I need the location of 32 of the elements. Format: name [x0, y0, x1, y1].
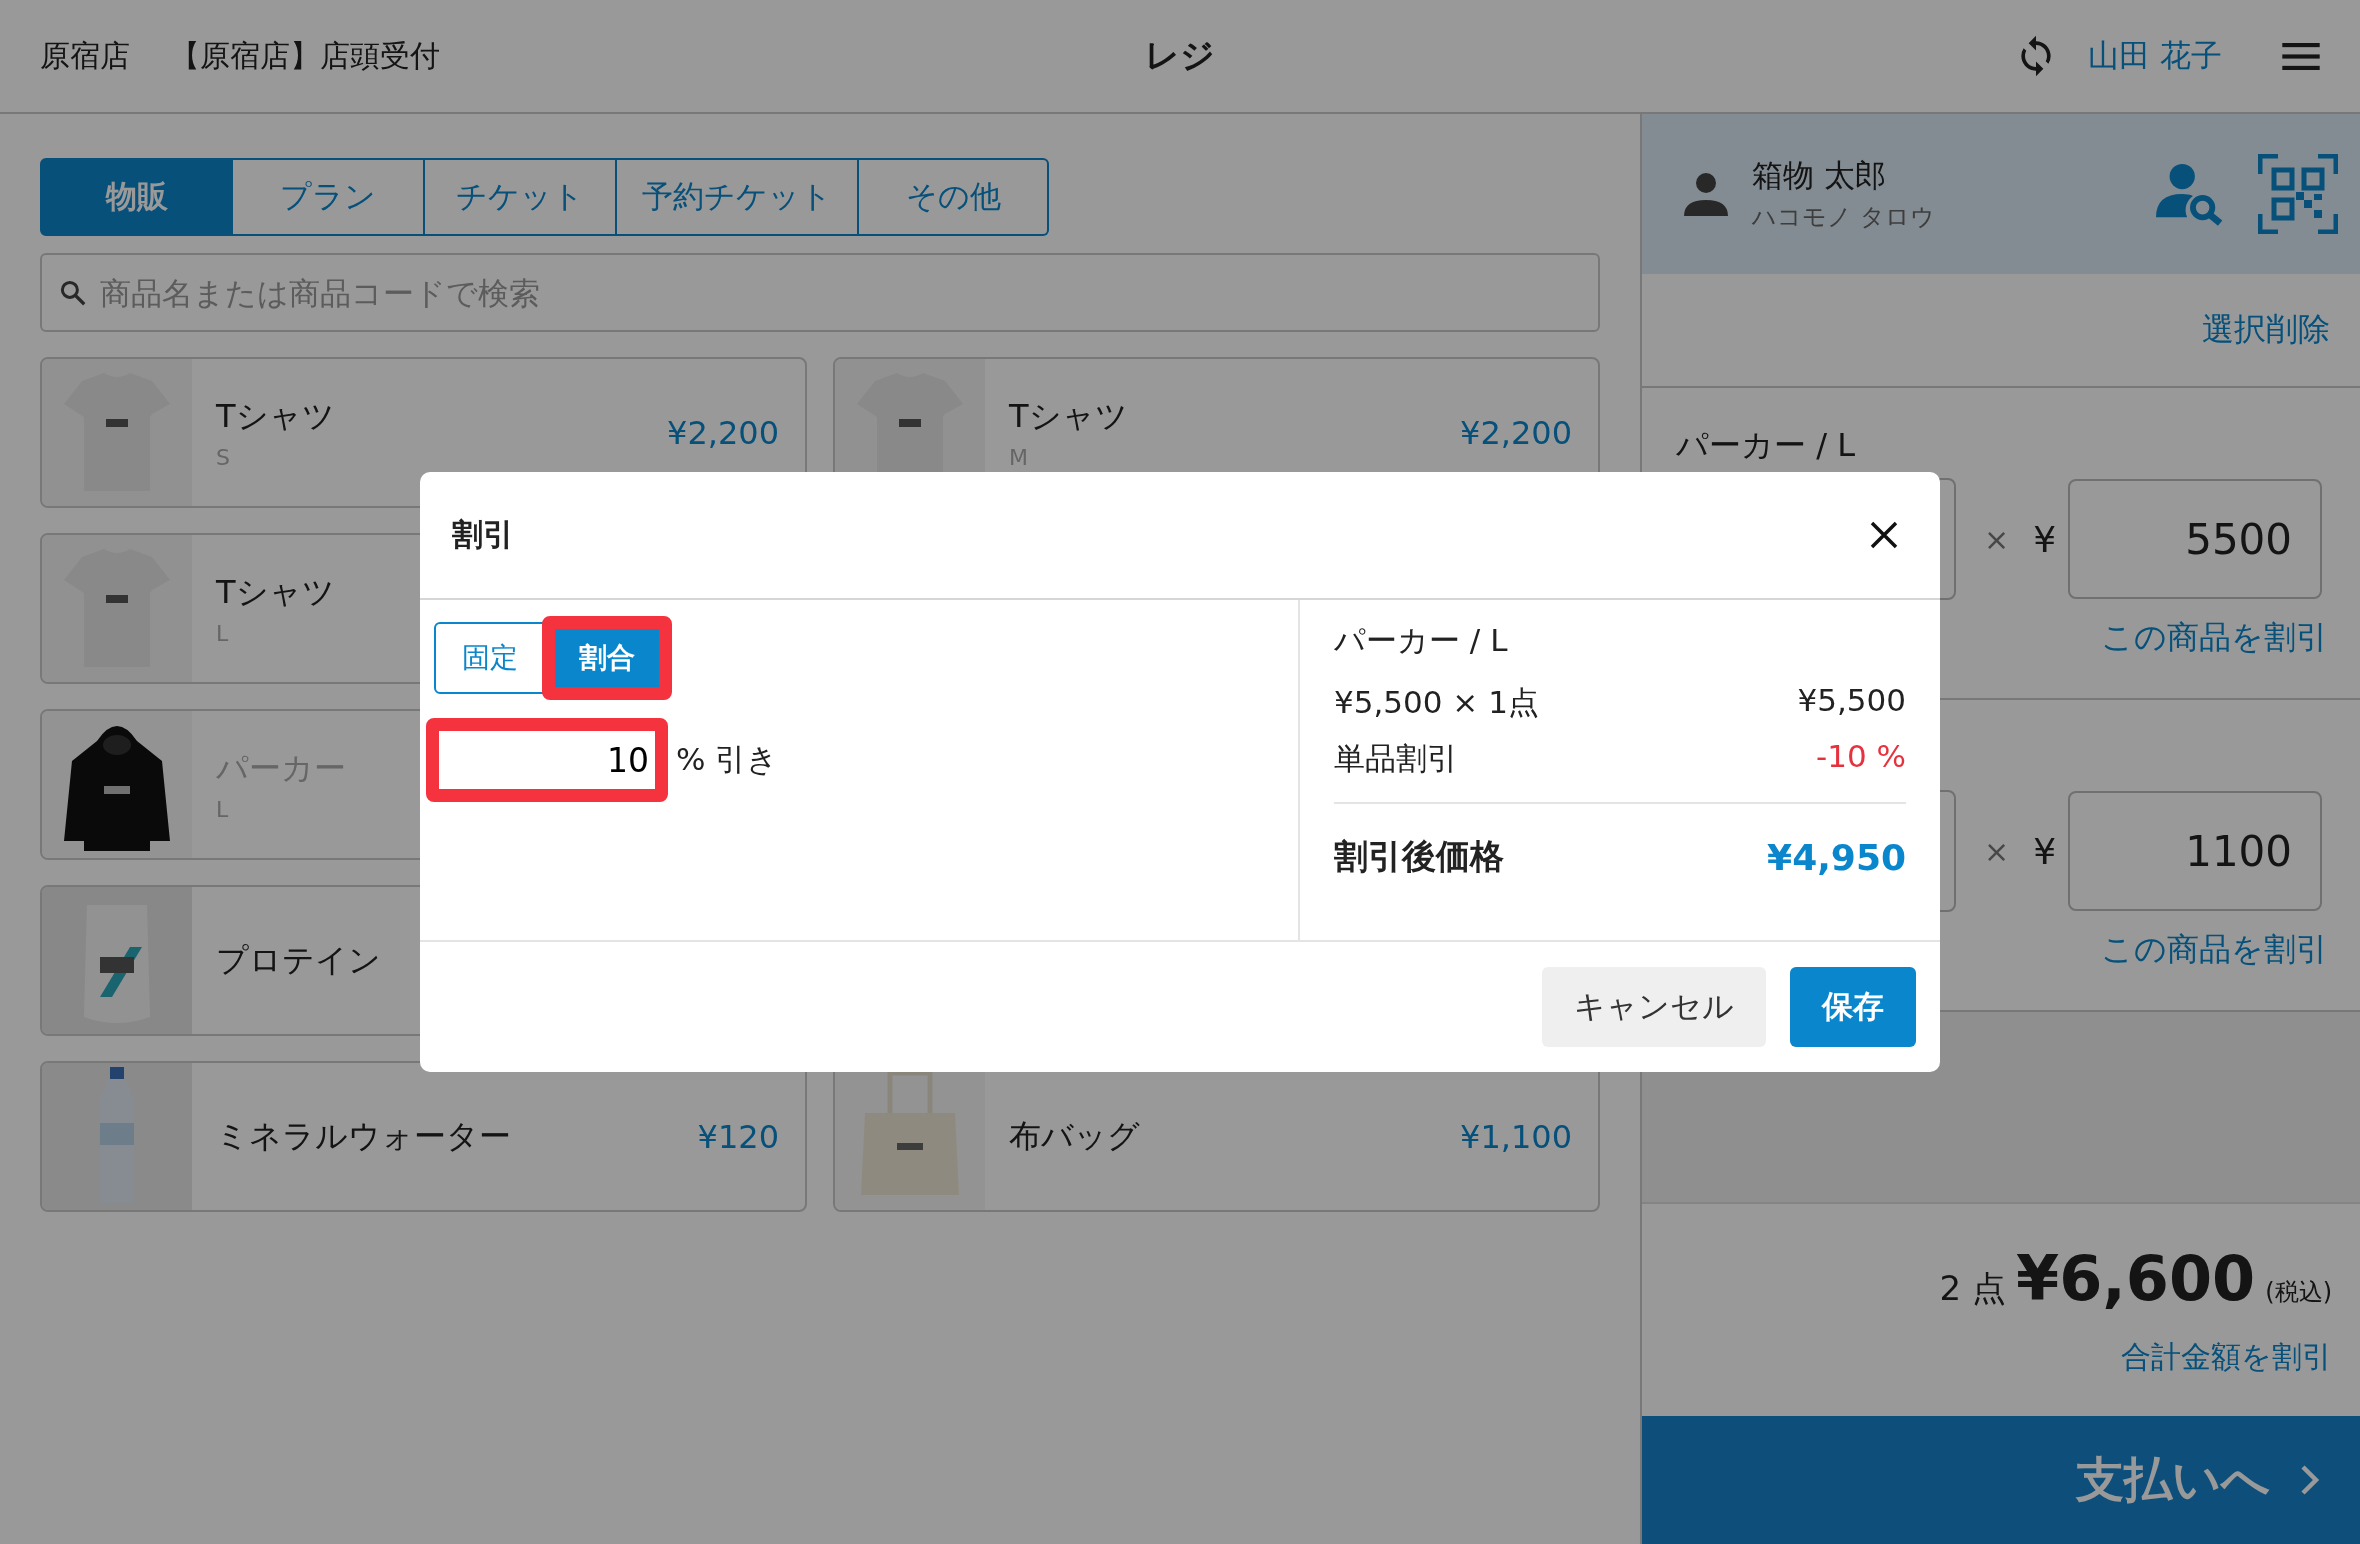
store-name: 原宿店 [40, 36, 130, 75]
product-name: Tシャツ [216, 396, 335, 437]
summary-value: ¥5,500 [1797, 682, 1906, 720]
result-price: ¥4,950 [1767, 836, 1906, 878]
customer-kana: ハコモノ タロウ [1752, 202, 1936, 233]
total-amount: ¥6,600 [2016, 1242, 2256, 1315]
summary-item-name: パーカー / L [1334, 621, 1509, 660]
result-label: 割引後価格 [1334, 835, 1504, 878]
product-price: ¥1,100 [1460, 1117, 1572, 1156]
summary-value: -10 % [1816, 738, 1906, 776]
product-price: ¥2,200 [667, 413, 779, 452]
product-name: 布バッグ [1009, 1115, 1140, 1157]
page-title: レジ [1145, 34, 1215, 77]
product-name: ミネラルウォーター [216, 1115, 511, 1157]
summary-label: ¥5,500 × 1点 [1334, 683, 1539, 722]
tax-note: (税込) [2265, 1277, 2332, 1308]
product-name: Tシャツ [1009, 396, 1128, 437]
product-price: ¥2,200 [1460, 413, 1572, 452]
product-name: Tシャツ [216, 572, 335, 613]
summary-label: 単品割引 [1334, 739, 1458, 778]
register-name: 【原宿店】店頭受付 [170, 36, 440, 75]
customer-name: 箱物 太郎 [1752, 156, 1887, 195]
yen-sign: ¥ [2033, 518, 2057, 560]
product-price: ¥120 [697, 1117, 779, 1156]
cart-item-name: パーカー / L [1676, 425, 1855, 466]
yen-sign: ¥ [2033, 830, 2057, 872]
product-name: プロテイン [216, 939, 381, 981]
times-sign: × [1984, 521, 2010, 557]
unit-label: % 引き [676, 740, 779, 779]
times-sign: × [1984, 833, 2010, 869]
item-count: 2 点 [1939, 1267, 2006, 1310]
dialog-title: 割引 [452, 515, 514, 554]
